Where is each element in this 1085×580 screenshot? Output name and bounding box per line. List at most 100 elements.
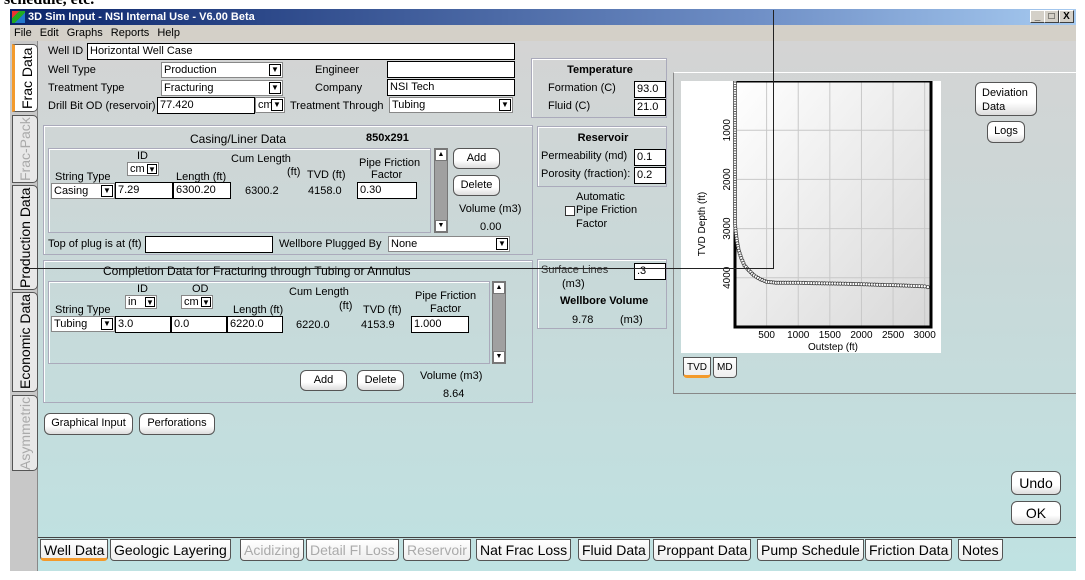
- col-cum-length: Cum Length: [289, 286, 349, 298]
- porosity-label: Porosity (fraction):: [541, 168, 631, 180]
- completion-od-input[interactable]: 0.0: [171, 316, 227, 333]
- window-title: 3D Sim Input - NSI Internal Use - V6.00 …: [28, 11, 255, 23]
- treatment-through-value: Tubing: [392, 99, 426, 111]
- plugged-by-select[interactable]: None ▼: [388, 236, 510, 252]
- graphical-input-button[interactable]: Graphical Input: [44, 413, 133, 435]
- drill-bit-unit-select[interactable]: cm ▼: [255, 97, 285, 113]
- casing-delete-button[interactable]: Delete: [453, 175, 500, 196]
- formation-temp-input[interactable]: 93.0: [634, 81, 666, 98]
- casing-id-input[interactable]: 7.29: [115, 182, 173, 199]
- minimize-button[interactable]: _: [1030, 10, 1045, 23]
- completion-id-input[interactable]: 3.0: [115, 316, 171, 333]
- col-cum-unit: (ft): [287, 166, 301, 178]
- bottom-tab-well-data[interactable]: Well Data: [40, 539, 109, 561]
- completion-scrollbar[interactable]: ▲ ▼: [492, 281, 506, 364]
- well-type-select[interactable]: Production ▼: [161, 62, 283, 78]
- casing-pff-input[interactable]: 0.30: [357, 182, 417, 199]
- deviation-data-button[interactable]: Deviation Data: [975, 82, 1037, 116]
- y-tick-label: 3000: [722, 217, 733, 240]
- menu-reports[interactable]: Reports: [111, 27, 150, 39]
- treatment-through-select[interactable]: Tubing ▼: [389, 97, 513, 113]
- menu-edit[interactable]: Edit: [40, 27, 59, 39]
- bottom-tab-pump-schedule[interactable]: Pump Schedule: [757, 539, 864, 561]
- title-bar: 3D Sim Input - NSI Internal Use - V6.00 …: [10, 9, 1076, 25]
- col-length: Length (ft): [233, 304, 284, 316]
- completion-tvd: 4153.9: [361, 319, 395, 331]
- bottom-tab-detail-fl-loss[interactable]: Detail Fl Loss: [306, 539, 399, 561]
- y-tick-label: 2000: [722, 168, 733, 191]
- casing-add-button[interactable]: Add: [453, 148, 500, 169]
- bottom-tab-friction-data[interactable]: Friction Data: [865, 539, 953, 561]
- col-cum-unit: (ft): [339, 300, 353, 312]
- completion-volume-label: Volume (m3): [420, 370, 483, 382]
- permeability-input[interactable]: 0.1: [634, 149, 666, 166]
- x-tick-label: 3000: [914, 330, 937, 341]
- well-id-label: Well ID: [48, 45, 84, 57]
- scroll-up-icon[interactable]: ▲: [435, 149, 447, 161]
- menu-graphs[interactable]: Graphs: [67, 27, 103, 39]
- completion-string-type-select[interactable]: Tubing ▼: [51, 316, 115, 332]
- engineer-input[interactable]: [387, 61, 515, 78]
- menu-help[interactable]: Help: [157, 27, 180, 39]
- menu-file[interactable]: File: [14, 27, 32, 39]
- casing-string-type-select[interactable]: Casing ▼: [51, 183, 115, 199]
- casing-id-unit-select[interactable]: cm ▼: [127, 162, 159, 176]
- treatment-type-select[interactable]: Fracturing ▼: [161, 80, 283, 96]
- drill-bit-input[interactable]: 77.420: [157, 97, 255, 114]
- casing-scrollbar[interactable]: ▲ ▼: [434, 148, 448, 233]
- casing-size-note: 850x291: [366, 132, 409, 144]
- plug-input[interactable]: [145, 236, 273, 253]
- bottom-tab-geologic-layering[interactable]: Geologic Layering: [110, 539, 231, 561]
- perforations-button[interactable]: Perforations: [139, 413, 215, 435]
- side-tab-economic-data[interactable]: Economic Data: [12, 292, 38, 392]
- completion-length-input[interactable]: 6220.0: [227, 316, 283, 333]
- bottom-tab-proppant-data[interactable]: Proppant Data: [653, 539, 752, 561]
- casing-id-unit: cm: [130, 163, 145, 175]
- company-input[interactable]: NSI Tech: [387, 79, 515, 96]
- completion-id-unit-select[interactable]: in ▼: [125, 295, 157, 309]
- chevron-down-icon: ▼: [499, 99, 511, 111]
- well-id-input[interactable]: Horizontal Well Case: [87, 43, 515, 60]
- col-pff: Pipe Friction: [359, 157, 421, 169]
- engineer-label: Engineer: [315, 64, 360, 76]
- undo-button[interactable]: Undo: [1011, 471, 1061, 495]
- scroll-down-icon[interactable]: ▼: [435, 220, 447, 232]
- completion-delete-button[interactable]: Delete: [357, 370, 404, 391]
- completion-add-button[interactable]: Add: [300, 370, 347, 391]
- chart-tab-md[interactable]: MD: [713, 357, 737, 378]
- bottom-tab-notes[interactable]: Notes: [958, 539, 1003, 561]
- close-button[interactable]: X: [1059, 10, 1074, 23]
- surface-lines-input[interactable]: .3: [634, 263, 666, 280]
- auto-pff-checkbox[interactable]: [565, 206, 575, 216]
- completion-od-unit-select[interactable]: cm ▼: [181, 295, 213, 309]
- side-tab-strip: Frac Data Frac-Pack Production Data Econ…: [10, 41, 38, 571]
- treatment-type-label: Treatment Type: [48, 82, 125, 94]
- auto-pff-label-2: Pipe Friction: [576, 204, 638, 216]
- chart-tab-tvd[interactable]: TVD: [683, 357, 711, 378]
- casing-tvd: 4158.0: [308, 185, 342, 197]
- logs-button[interactable]: Logs: [987, 121, 1025, 143]
- bottom-tab-reservoir[interactable]: Reservoir: [403, 539, 471, 561]
- side-tab-frac-pack[interactable]: Frac-Pack: [12, 115, 38, 183]
- completion-pff-input[interactable]: 1.000: [411, 316, 469, 333]
- scroll-up-icon[interactable]: ▲: [493, 282, 505, 294]
- drill-bit-label: Drill Bit OD (reservoir): [48, 100, 156, 112]
- survey-point: [922, 284, 927, 289]
- ok-button[interactable]: OK: [1011, 501, 1061, 525]
- maximize-button[interactable]: □: [1044, 10, 1059, 23]
- side-tab-frac-data[interactable]: Frac Data: [12, 44, 38, 112]
- bottom-tab-nat-frac-loss[interactable]: Nat Frac Loss: [476, 539, 572, 561]
- scroll-down-icon[interactable]: ▼: [493, 351, 505, 363]
- well-type-label: Well Type: [48, 64, 96, 76]
- col-tvd: TVD (ft): [307, 169, 346, 181]
- fluid-temp-input[interactable]: 21.0: [634, 99, 666, 116]
- reservoir-title: Reservoir: [577, 132, 629, 144]
- casing-length-input[interactable]: 6300.20: [173, 182, 231, 199]
- side-tab-asymmetric[interactable]: Asymmetric: [12, 395, 38, 471]
- permeability-label: Permeability (md): [541, 150, 628, 162]
- bottom-tab-acidizing[interactable]: Acidizing: [240, 539, 305, 561]
- porosity-input[interactable]: 0.2: [634, 167, 666, 184]
- bottom-tab-fluid-data[interactable]: Fluid Data: [578, 539, 650, 561]
- completion-id-unit: in: [128, 296, 137, 308]
- side-tab-production-data[interactable]: Production Data: [12, 185, 38, 290]
